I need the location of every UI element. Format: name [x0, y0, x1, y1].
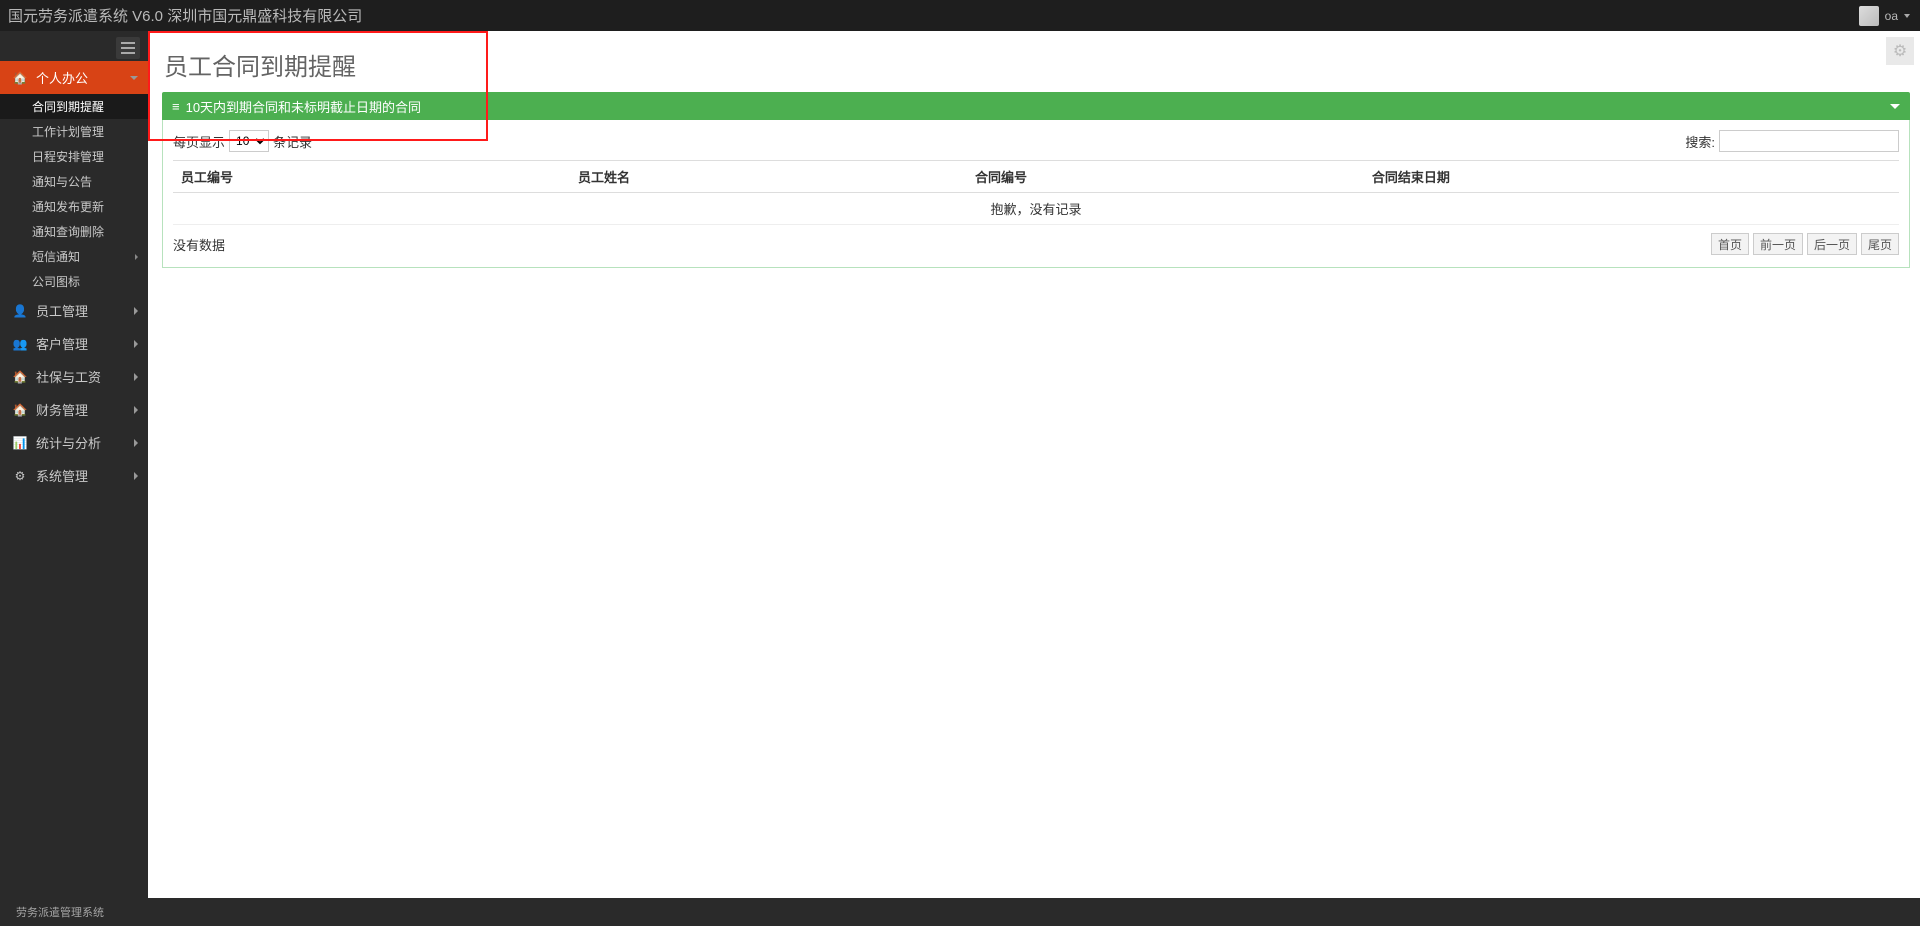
user-name: oa [1885, 9, 1898, 23]
sidebar-sub-label: 合同到期提醒 [32, 98, 104, 115]
chevron-right-icon [134, 340, 138, 348]
table-header-row: 员工编号 员工姓名 合同编号 合同结束日期 [173, 161, 1899, 193]
pager-first-button[interactable]: 首页 [1711, 233, 1749, 255]
sidebar-sub-notice-publish[interactable]: 通知发布更新 [0, 194, 148, 219]
gear-icon: ⚙ [12, 469, 28, 483]
sidebar-sub-label: 短信通知 [32, 248, 80, 265]
col-employee-name[interactable]: 员工姓名 [570, 161, 967, 193]
col-employee-no[interactable]: 员工编号 [173, 161, 570, 193]
chevron-down-icon [1904, 14, 1910, 18]
sidebar-sub-label: 通知发布更新 [32, 198, 104, 215]
menu-toggle-button[interactable] [116, 37, 140, 59]
section-title: 10天内到期合同和未标明截止日期的合同 [186, 97, 421, 116]
per-page-suffix: 条记录 [273, 132, 312, 151]
sidebar-item-personal[interactable]: 🏠 个人办公 [0, 61, 148, 94]
panel-body: 每页显示 10 条记录 搜索: 员工编号 员工姓名 合同编号 合同结束日期 [162, 120, 1910, 268]
sidebar-item-label: 员工管理 [36, 301, 134, 320]
search-input[interactable] [1719, 130, 1899, 152]
chevron-right-icon [134, 472, 138, 480]
sidebar-item-system[interactable]: ⚙ 系统管理 [0, 459, 148, 492]
sidebar-item-label: 财务管理 [36, 400, 134, 419]
app-top-bar: 国元劳务派遣系统 V6.0 深圳市国元鼎盛科技有限公司 oa [0, 0, 1920, 31]
avatar [1859, 6, 1879, 26]
user-icon: 👤 [12, 304, 28, 318]
page-settings-button[interactable]: ⚙ [1886, 37, 1914, 65]
sidebar-sub-contract-expire[interactable]: 合同到期提醒 [0, 94, 148, 119]
pager-last-button[interactable]: 尾页 [1861, 233, 1899, 255]
search-label: 搜索: [1685, 132, 1715, 151]
sidebar-sub-label: 通知查询删除 [32, 223, 104, 240]
sidebar-item-label: 系统管理 [36, 466, 134, 485]
no-data-text: 没有数据 [173, 235, 225, 254]
sidebar-sub-workplan[interactable]: 工作计划管理 [0, 119, 148, 144]
chevron-right-icon [135, 254, 138, 260]
home-icon: 🏠 [12, 370, 28, 384]
sidebar-item-label: 个人办公 [36, 68, 130, 87]
pager: 首页 前一页 后一页 尾页 [1711, 233, 1899, 255]
app-title: 国元劳务派遣系统 V6.0 深圳市国元鼎盛科技有限公司 [8, 5, 362, 26]
per-page-select[interactable]: 10 [229, 130, 269, 152]
sidebar-item-finance[interactable]: 🏠 财务管理 [0, 393, 148, 426]
pager-next-button[interactable]: 后一页 [1807, 233, 1857, 255]
home-icon: 🏠 [12, 403, 28, 417]
page-title: 员工合同到期提醒 [164, 47, 1910, 82]
empty-row-text: 抱歉，没有记录 [173, 193, 1899, 225]
sidebar-item-employee[interactable]: 👤 员工管理 [0, 294, 148, 327]
sidebar-item-label: 社保与工资 [36, 367, 134, 386]
sidebar-sub-label: 日程安排管理 [32, 148, 104, 165]
contract-table: 员工编号 员工姓名 合同编号 合同结束日期 抱歉，没有记录 [173, 160, 1899, 225]
home-icon: 🏠 [12, 71, 28, 85]
users-icon: 👥 [12, 337, 28, 351]
sidebar-sub-sms[interactable]: 短信通知 [0, 244, 148, 269]
sidebar-item-social[interactable]: 🏠 社保与工资 [0, 360, 148, 393]
chevron-right-icon [134, 406, 138, 414]
gear-icon: ⚙ [1893, 41, 1907, 61]
sidebar-item-label: 统计与分析 [36, 433, 134, 452]
sidebar-item-label: 客户管理 [36, 334, 134, 353]
chart-icon: 📊 [12, 436, 28, 450]
footer-bar: 劳务派遣管理系统 [0, 898, 1920, 926]
sidebar-sub-label: 工作计划管理 [32, 123, 104, 140]
col-contract-no[interactable]: 合同编号 [967, 161, 1364, 193]
col-contract-end[interactable]: 合同结束日期 [1364, 161, 1899, 193]
user-menu[interactable]: oa [1859, 0, 1910, 31]
footer-text: 劳务派遣管理系统 [16, 904, 104, 920]
sidebar-sub-label: 公司图标 [32, 273, 80, 290]
table-controls: 每页显示 10 条记录 搜索: [173, 130, 1899, 152]
sidebar-sub-label: 通知与公告 [32, 173, 92, 190]
sidebar-sub-schedule[interactable]: 日程安排管理 [0, 144, 148, 169]
chevron-down-icon [130, 76, 138, 80]
sidebar-item-stats[interactable]: 📊 统计与分析 [0, 426, 148, 459]
chevron-down-icon [1890, 104, 1900, 109]
section-header[interactable]: ≡ 10天内到期合同和未标明截止日期的合同 [162, 92, 1910, 120]
chevron-right-icon [134, 373, 138, 381]
per-page-prefix: 每页显示 [173, 132, 225, 151]
sidebar-sub-notice[interactable]: 通知与公告 [0, 169, 148, 194]
chevron-right-icon [134, 439, 138, 447]
pager-prev-button[interactable]: 前一页 [1753, 233, 1803, 255]
table-row: 抱歉，没有记录 [173, 193, 1899, 225]
sidebar-sub-notice-delete[interactable]: 通知查询删除 [0, 219, 148, 244]
content-area: ⚙ 员工合同到期提醒 ≡ 10天内到期合同和未标明截止日期的合同 每页显示 10… [148, 31, 1920, 898]
sidebar-item-customer[interactable]: 👥 客户管理 [0, 327, 148, 360]
table-footer: 没有数据 首页 前一页 后一页 尾页 [173, 233, 1899, 255]
chevron-right-icon [134, 307, 138, 315]
sidebar: 🏠 个人办公 合同到期提醒 工作计划管理 日程安排管理 通知与公告 通知发布更新… [0, 31, 148, 898]
list-icon: ≡ [172, 99, 180, 114]
sidebar-sub-company-logo[interactable]: 公司图标 [0, 269, 148, 294]
